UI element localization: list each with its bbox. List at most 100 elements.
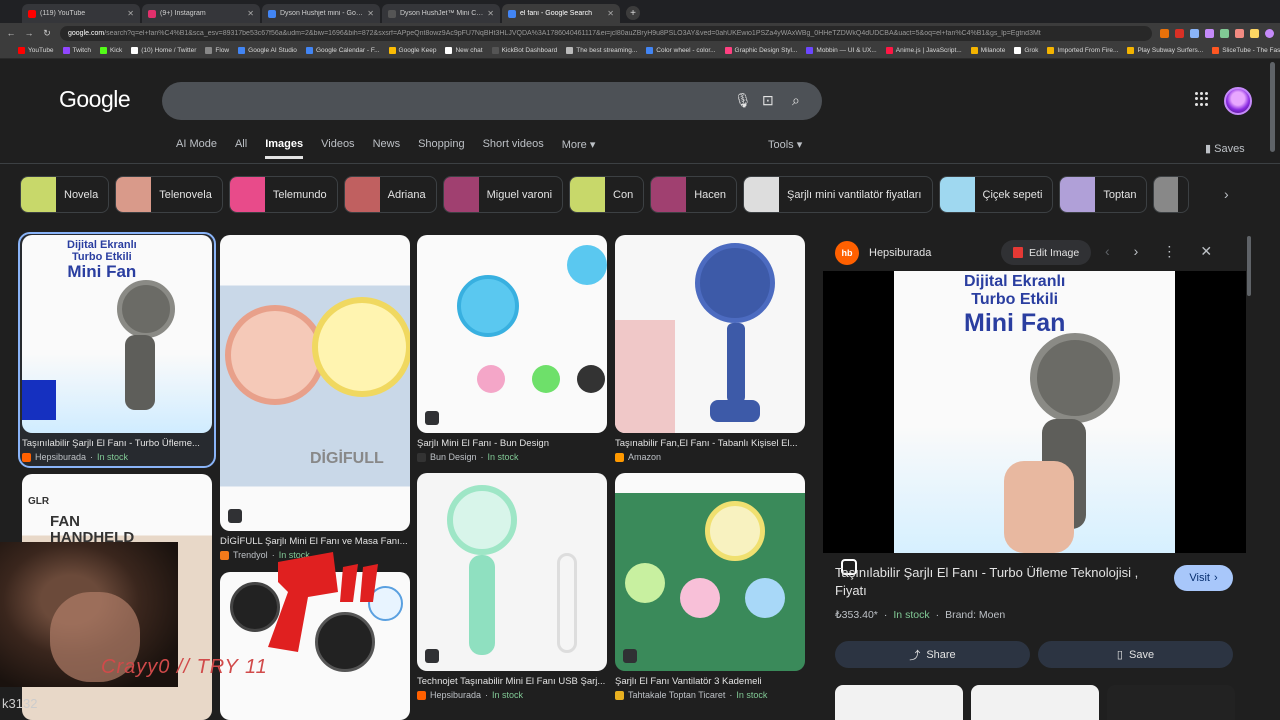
chevron-right-icon[interactable]: › [1224, 186, 1229, 202]
avatar[interactable] [1224, 87, 1252, 115]
chevron-left-icon[interactable]: ‹ [1105, 243, 1110, 260]
search-tab[interactable]: News [373, 138, 401, 159]
reload-icon[interactable]: ↻ [42, 28, 52, 39]
close-tab-icon[interactable]: ✕ [487, 9, 494, 18]
extension-icon[interactable] [1205, 28, 1214, 38]
bookmark-item[interactable]: Flow [205, 47, 229, 54]
result-image[interactable]: DİGİFULL [220, 235, 410, 531]
search-tab[interactable]: More ▾ [562, 138, 596, 159]
search-tab[interactable]: All [235, 138, 247, 159]
search-tab[interactable]: Shopping [418, 138, 465, 159]
related-chip[interactable]: Con [569, 176, 645, 213]
profile-icon[interactable] [1265, 28, 1274, 38]
site-name[interactable]: Hepsiburada [869, 247, 931, 259]
search-tab[interactable]: Images [265, 138, 304, 159]
related-chip[interactable]: Hacen [650, 176, 737, 213]
related-chip[interactable]: Miguel varoni [442, 176, 564, 213]
result-title[interactable]: Taşınabilir Fan,El Fanı - Tabanlı Kişise… [615, 438, 805, 449]
search-input[interactable]: 🎙 ⊡ ⌕ [162, 82, 822, 120]
result-image[interactable] [615, 473, 805, 671]
related-chip[interactable]: Adriana [343, 176, 437, 213]
browser-tab[interactable]: (9+) Instagram ✕ [142, 4, 260, 23]
close-tab-icon[interactable]: ✕ [127, 9, 134, 18]
result-card[interactable]: DİGİFULL DİGİFULL Şarjlı Mini El Fanı ve… [220, 235, 410, 560]
result-title[interactable]: Technojet Taşınabilir Mini El Fanı USB Ş… [417, 676, 607, 687]
bookmark-item[interactable]: The best streaming... [566, 47, 637, 54]
result-card[interactable]: Taşınabilir Fan,El Fanı - Tabanlı Kişise… [615, 235, 805, 462]
bookmark-item[interactable]: Mobbin — UI & UX... [806, 47, 877, 54]
browser-tab[interactable]: Dyson Hushjet mini - Google S✕ [262, 4, 380, 23]
browser-tab[interactable]: (119) YouTube ✕ [22, 4, 140, 23]
result-title[interactable]: Taşınılabilir Şarjlı El Fanı - Turbo Üfl… [22, 438, 212, 449]
search-tab[interactable]: Videos [321, 138, 354, 159]
visit-button[interactable]: Visit › [1174, 565, 1233, 591]
extension-icon[interactable] [1220, 28, 1229, 38]
saves-button[interactable]: ▮ Saves [1205, 142, 1245, 155]
extension-icon[interactable] [1190, 28, 1199, 38]
edit-image-button[interactable]: Edit Image [1001, 240, 1091, 265]
chevron-right-icon[interactable]: › [1134, 243, 1139, 260]
preview-image[interactable]: Dijital Ekranlı Turbo Etkili Mini Fan [823, 271, 1246, 575]
extension-icon[interactable] [1175, 28, 1184, 38]
result-image[interactable] [417, 473, 607, 671]
panel-scrollbar[interactable] [1247, 236, 1251, 296]
close-tab-icon[interactable]: ✕ [247, 9, 254, 18]
result-title[interactable]: DİGİFULL Şarjlı Mini El Fanı ve Masa Fan… [220, 536, 410, 547]
search-tab[interactable]: Short videos [483, 138, 544, 159]
related-chip[interactable]: Novela [20, 176, 110, 213]
bookmark-item[interactable]: Kick [99, 47, 122, 54]
related-chip[interactable]: Telenovela [115, 176, 223, 213]
result-title[interactable]: Şarjlı El Fanı Vantilatör 3 Kademeli [615, 676, 805, 687]
bookmark-item[interactable]: Google AI Studio [238, 47, 297, 54]
bookmark-item[interactable]: Anime.js | JavaScript... [885, 47, 962, 54]
browser-tab[interactable]: Dyson HushJet™ Mini Cool fan ✕ [382, 4, 500, 23]
related-thumbnail[interactable] [835, 685, 963, 720]
more-options-icon[interactable]: ⋮ [1162, 243, 1176, 260]
extension-icon[interactable] [1235, 28, 1244, 38]
bookmark-item[interactable]: New chat [445, 47, 483, 54]
preview-title[interactable]: Taşınılabilir Şarjlı El Fanı - Turbo Üfl… [835, 564, 1155, 600]
apps-icon[interactable] [1195, 92, 1209, 106]
related-chip[interactable]: Şarjlı mini vantilatör fiyatları [743, 176, 933, 213]
bookmark-item[interactable]: Twitch [62, 47, 91, 54]
result-card[interactable]: Şarjlı Mini El Fanı - Bun Design Bun Des… [417, 235, 607, 462]
bookmark-item[interactable]: Google Calendar - F... [305, 47, 380, 54]
bookmark-item[interactable]: Color wheel - color... [646, 47, 716, 54]
bookmark-item[interactable]: (10) Home / Twitter [131, 47, 196, 54]
related-chip[interactable]: Toptan [1059, 176, 1148, 213]
bookmark-item[interactable]: Graphic Design Styl... [724, 47, 797, 54]
bookmark-item[interactable]: Play Subway Surfers... [1127, 47, 1203, 54]
extension-icon[interactable] [1250, 28, 1259, 38]
extension-icon[interactable] [1160, 28, 1169, 38]
bookmark-item[interactable]: SliceTube - The Fast... [1212, 47, 1280, 54]
result-image[interactable]: Dijital Ekranlı Turbo Etkili Mini Fan [22, 235, 212, 433]
related-thumbnail[interactable] [1107, 685, 1235, 720]
result-image[interactable] [417, 235, 607, 433]
related-chip[interactable] [1153, 176, 1190, 213]
tools-button[interactable]: Tools ▾ [768, 138, 802, 151]
result-card[interactable]: Technojet Taşınabilir Mini El Fanı USB Ş… [417, 473, 607, 700]
close-tab-icon[interactable]: ✕ [367, 9, 374, 18]
save-button[interactable]: ▯ Save [1038, 641, 1233, 668]
bookmark-item[interactable]: Milanote [970, 47, 1005, 54]
mic-icon[interactable]: 🎙 [734, 92, 752, 109]
address-bar[interactable]: google.com/search?q=el+fan%C4%B1&sca_esv… [60, 25, 1152, 41]
search-tab[interactable]: AI Mode [176, 138, 217, 159]
related-thumbnail[interactable] [971, 685, 1099, 720]
bookmark-item[interactable]: YouTube [18, 47, 54, 54]
site-logo[interactable]: hb [835, 241, 859, 265]
result-card[interactable]: Şarjlı El Fanı Vantilatör 3 Kademeli Tah… [615, 473, 805, 700]
result-title[interactable]: Şarjlı Mini El Fanı - Bun Design [417, 438, 607, 449]
bookmark-item[interactable]: KickBot Dashboard [491, 47, 557, 54]
close-icon[interactable]: ✕ [1200, 243, 1212, 260]
related-chip[interactable]: Çiçek sepeti [938, 176, 1054, 213]
search-icon[interactable]: ⌕ [792, 92, 800, 109]
bookmark-item[interactable]: Grok [1014, 47, 1038, 54]
related-chip[interactable]: Telemundo [228, 176, 338, 213]
back-icon[interactable]: ← [6, 28, 16, 38]
page-scrollbar[interactable] [1270, 62, 1275, 152]
browser-tab[interactable]: el fanı - Google Search ✕ [502, 4, 620, 23]
close-tab-icon[interactable]: ✕ [607, 9, 614, 18]
result-image[interactable] [615, 235, 805, 433]
google-logo[interactable]: Google [59, 86, 131, 113]
